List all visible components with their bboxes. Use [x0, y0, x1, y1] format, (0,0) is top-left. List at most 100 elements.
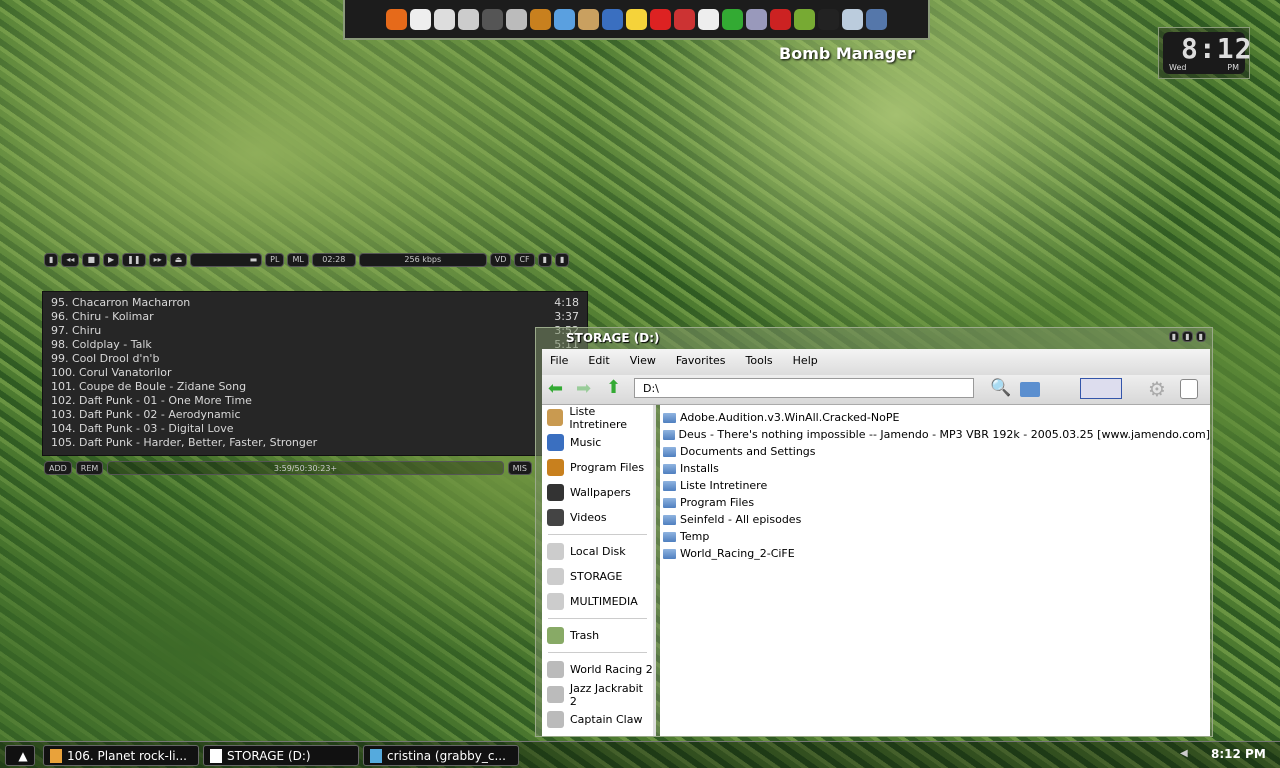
menu-button[interactable]: ▮: [44, 252, 59, 267]
folder-item[interactable]: Installs: [660, 460, 1210, 477]
playlist-item[interactable]: 103. Daft Punk - 02 - Aerodynamic: [51, 408, 579, 422]
gear-icon[interactable]: [746, 8, 767, 30]
rem-button[interactable]: REM: [75, 461, 104, 475]
sidebar-item[interactable]: Trash: [542, 623, 653, 648]
place-icon: [547, 459, 564, 476]
add-button[interactable]: ADD: [44, 461, 72, 475]
green-badge-icon[interactable]: [794, 8, 815, 30]
tray-arrow-icon[interactable]: ◀: [1180, 748, 1188, 759]
playlist-item[interactable]: 99. Cool Drool d'n'b: [51, 352, 579, 366]
sidebar-item[interactable]: STORAGE: [542, 564, 653, 589]
playlist-item[interactable]: 102. Daft Punk - 01 - One More Time: [51, 394, 579, 408]
playlist-item[interactable]: 104. Daft Punk - 03 - Digital Love: [51, 422, 579, 436]
folder-item[interactable]: Program Files: [660, 494, 1210, 511]
phone-icon[interactable]: [506, 8, 527, 30]
switch-icon[interactable]: [1180, 379, 1198, 399]
folder-item[interactable]: Liste Intretinere: [660, 477, 1210, 494]
play-button[interactable]: ▶: [103, 252, 120, 267]
folder-name: Temp: [680, 530, 710, 543]
folder-item[interactable]: Deus - There's nothing impossible -- Jam…: [660, 426, 1210, 443]
misc-button[interactable]: MIS: [507, 461, 532, 475]
sidebar-item[interactable]: Wallpapers: [542, 480, 653, 505]
folder-item[interactable]: Documents and Settings: [660, 443, 1210, 460]
playlist-item[interactable]: 98. Coldplay - Talk5:11: [51, 338, 579, 352]
start-button[interactable]: ▲: [5, 745, 35, 766]
bomb-icon[interactable]: [818, 8, 839, 30]
next-button[interactable]: ▸▸: [148, 252, 167, 267]
menu-help[interactable]: Help: [793, 354, 818, 370]
clipboard-icon[interactable]: [578, 8, 599, 30]
up-icon[interactable]: ⬆: [606, 377, 621, 398]
close-button[interactable]: ▮: [1195, 331, 1206, 342]
heart-icon[interactable]: [650, 8, 671, 30]
sidebar-item[interactable]: Liste Intretinere: [542, 405, 653, 431]
sidebar-item[interactable]: Local Disk: [542, 539, 653, 564]
option-button[interactable]: ▮: [555, 252, 570, 267]
forward-icon[interactable]: ➡: [576, 378, 591, 399]
sidebar-item[interactable]: Music: [542, 430, 653, 455]
menu-favorites[interactable]: Favorites: [676, 354, 726, 370]
prev-button[interactable]: ◂◂: [61, 252, 80, 267]
firefox-icon[interactable]: [386, 8, 407, 30]
menu-tools[interactable]: Tools: [746, 354, 773, 370]
playlist[interactable]: 95. Chacarron Macharron 4:18 96. Chiru - K…: [42, 291, 588, 456]
cd-icon[interactable]: [674, 8, 695, 30]
playlist-item[interactable]: 105. Daft Punk - Harder, Better, Faster,…: [51, 436, 579, 450]
stop-button[interactable]: ■: [82, 252, 100, 267]
terminal-icon[interactable]: [722, 8, 743, 30]
taskbar-button[interactable]: cristina (grabby_c...: [363, 745, 519, 766]
flag-icon[interactable]: [866, 8, 887, 30]
file-list: Adobe.Audition.v3.WinAll.Cracked-NoPE Deu…: [660, 405, 1210, 736]
option-button[interactable]: ▮: [537, 252, 553, 267]
sidebar-item[interactable]: Program Files: [542, 455, 653, 480]
address-input[interactable]: D:\: [634, 378, 974, 398]
sidebar-item[interactable]: Videos: [542, 505, 653, 530]
folder-icon: [663, 514, 676, 525]
calendar-icon[interactable]: [458, 8, 479, 30]
sidebar-item[interactable]: Captain Claw: [542, 707, 653, 732]
maximize-button[interactable]: ▮: [1182, 331, 1193, 342]
camera-icon[interactable]: [482, 8, 503, 30]
playlist-item[interactable]: 96. Chiru - Kolimar 3:37: [51, 310, 579, 324]
smiley-icon[interactable]: [626, 8, 647, 30]
search-icon[interactable]: 🔍: [990, 378, 1011, 398]
taskbar-button[interactable]: STORAGE (D:): [203, 745, 359, 766]
taskbar-button[interactable]: 106. Planet rock-li...: [43, 745, 199, 766]
minimize-button[interactable]: ▮: [1168, 331, 1180, 342]
mail-icon[interactable]: [434, 8, 455, 30]
paint-icon[interactable]: [602, 8, 623, 30]
sidebar-item[interactable]: MULTIMEDIA: [542, 589, 653, 614]
folder-item[interactable]: Temp: [660, 528, 1210, 545]
folder-icon[interactable]: [1020, 382, 1040, 397]
pl-button[interactable]: PL: [265, 252, 285, 267]
playlist-item[interactable]: 101. Coupe de Boule - Zidane Song: [51, 380, 579, 394]
folder-item[interactable]: Seinfeld - All episodes: [660, 511, 1210, 528]
playlist-item[interactable]: 97. Chiru3:52: [51, 324, 579, 338]
menu-file[interactable]: File: [550, 354, 568, 370]
back-icon[interactable]: ⬅: [548, 378, 563, 399]
settings-gear-icon[interactable]: ⚙: [1148, 377, 1166, 401]
sidebar-item[interactable]: Jazz Jackrabit 2: [542, 682, 653, 708]
volume-slider[interactable]: ▬: [190, 252, 263, 267]
eject-button[interactable]: ⏏: [169, 252, 188, 267]
place-icon: [547, 711, 564, 728]
menu-view[interactable]: View: [630, 354, 656, 370]
playlist-item[interactable]: 95. Chacarron Macharron 4:18: [51, 296, 579, 310]
folder-item[interactable]: Adobe.Audition.v3.WinAll.Cracked-NoPE: [660, 409, 1210, 426]
weather-icon[interactable]: [842, 8, 863, 30]
cabinet-icon[interactable]: [530, 8, 551, 30]
toolbar: ⬅ ➡ ⬆ D:\ 🔍 ⚙: [542, 375, 1210, 405]
folder-item[interactable]: World_Racing_2-CiFE: [660, 545, 1210, 562]
view-toggle-icon[interactable]: [1080, 378, 1122, 399]
playlist-item[interactable]: 100. Corul Vanatorilor: [51, 366, 579, 380]
vd-button[interactable]: VD: [489, 252, 512, 267]
clock-icon[interactable]: [410, 8, 431, 30]
sidebar-item[interactable]: World Racing 2: [542, 657, 653, 682]
pause-button[interactable]: ❚❚: [122, 252, 146, 267]
brushes-icon[interactable]: [554, 8, 575, 30]
notepad-icon[interactable]: [698, 8, 719, 30]
cf-button[interactable]: CF: [514, 252, 535, 267]
ml-button[interactable]: ML: [287, 252, 309, 267]
red-badge-icon[interactable]: [770, 8, 791, 30]
menu-edit[interactable]: Edit: [588, 354, 609, 370]
